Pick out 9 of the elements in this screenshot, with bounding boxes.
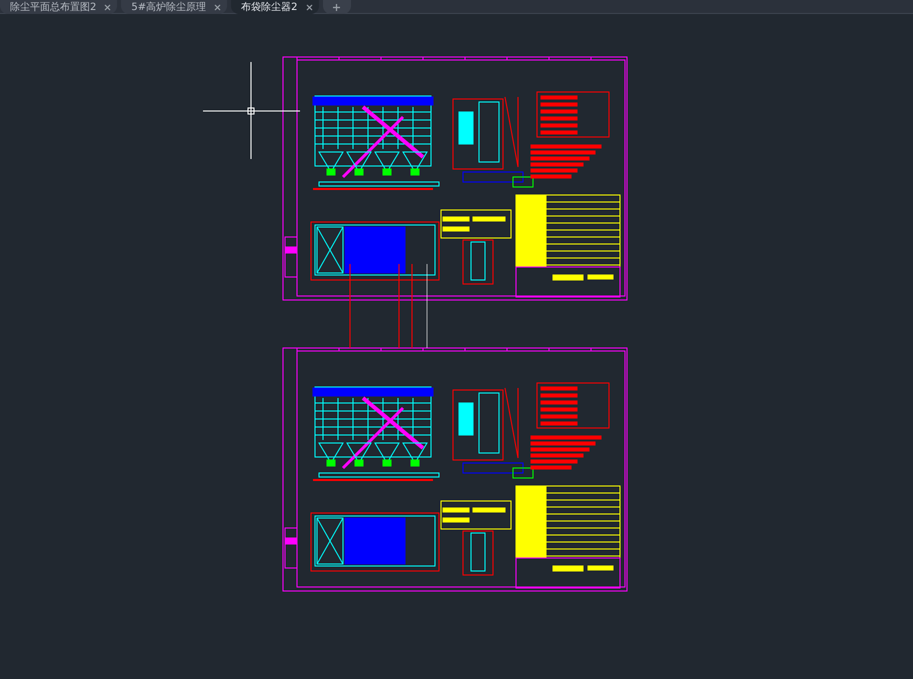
close-icon[interactable] xyxy=(214,4,222,10)
file-tab[interactable]: 5#高炉除尘原理 xyxy=(121,0,228,14)
close-icon[interactable] xyxy=(306,4,312,10)
close-icon[interactable] xyxy=(104,4,112,10)
crosshair-cursor-icon xyxy=(202,62,300,160)
file-tab[interactable]: 布袋除尘器2 xyxy=(231,0,318,14)
file-tab[interactable]: 除尘平面总布置图2 xyxy=(0,0,118,14)
new-tab-button[interactable] xyxy=(322,0,350,14)
plus-icon xyxy=(333,4,340,10)
